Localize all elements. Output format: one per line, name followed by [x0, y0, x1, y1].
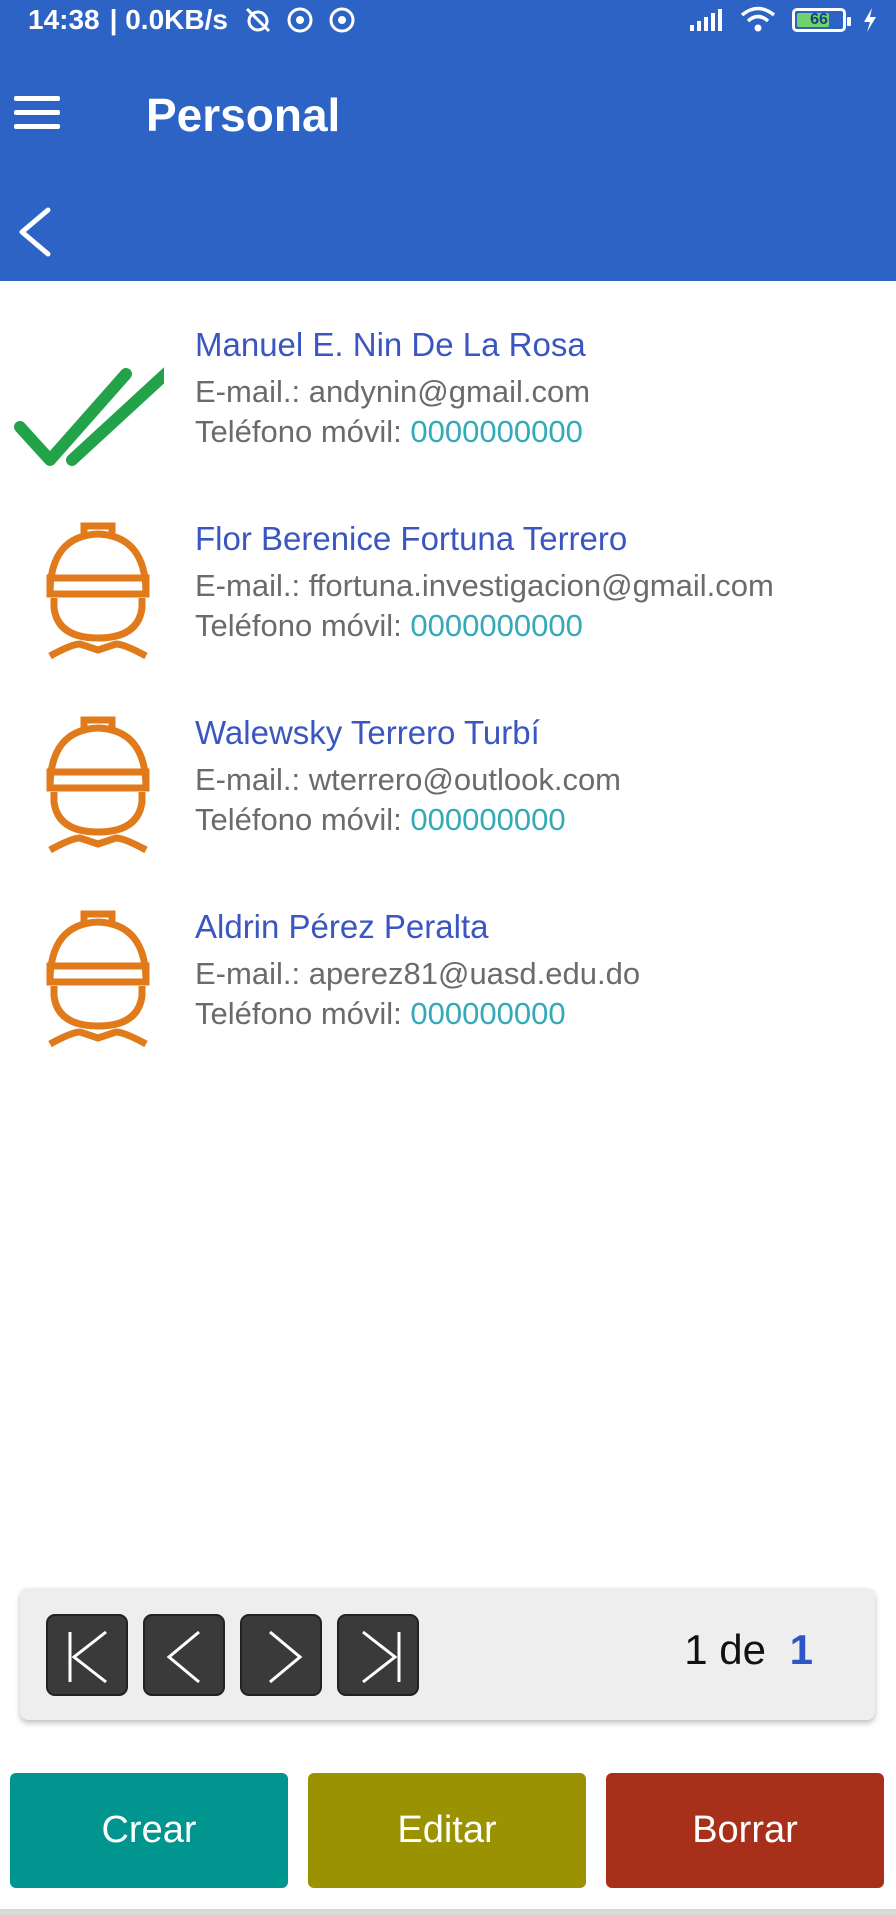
email-label: E-mail.:	[195, 762, 301, 797]
sub-toolbar	[0, 180, 896, 281]
create-button[interactable]: Crear	[10, 1773, 288, 1888]
page-title: Personal	[146, 89, 341, 141]
app-bar: Personal	[0, 40, 896, 180]
phone-value[interactable]: 0000000000	[410, 414, 582, 449]
sync-icon	[329, 7, 355, 33]
prev-page-button[interactable]	[143, 1614, 225, 1696]
email-label: E-mail.:	[195, 568, 301, 603]
alarm-off-icon	[245, 7, 271, 33]
bottom-divider	[0, 1909, 896, 1915]
contact-phone: Teléfono móvil: 0000000000	[195, 414, 583, 450]
charging-icon	[864, 8, 876, 32]
worker-helmet-icon	[46, 716, 150, 854]
chevron-left-icon	[166, 1630, 200, 1684]
contact-name: Walewsky Terrero Turbí	[195, 714, 540, 751]
double-check-icon	[14, 367, 164, 466]
first-page-button[interactable]	[46, 1614, 128, 1696]
page-separator: de	[719, 1626, 766, 1673]
battery-level: 66	[810, 11, 828, 28]
contact-email: E-mail.: ffortuna.investigacion@gmail.co…	[195, 568, 774, 604]
status-speed: | 0.0KB/s	[109, 4, 228, 35]
contact-phone: Teléfono móvil: 000000000	[195, 802, 566, 838]
delete-button[interactable]: Borrar	[606, 1773, 884, 1888]
menu-icon[interactable]	[14, 96, 62, 130]
wifi-icon	[740, 6, 776, 32]
worker-helmet-icon	[46, 522, 150, 660]
first-page-icon	[68, 1630, 107, 1684]
contact-name: Aldrin Pérez Peralta	[195, 908, 489, 945]
vpn-icon	[287, 7, 313, 33]
current-page: 1	[684, 1626, 708, 1673]
worker-helmet-icon	[46, 910, 150, 1048]
email-value: aperez81@uasd.edu.do	[308, 956, 641, 991]
list-item[interactable]: Flor Berenice Fortuna Terrero E-mail.: f…	[0, 494, 896, 664]
list-item[interactable]: Aldrin Pérez Peralta E-mail.: aperez81@u…	[0, 882, 896, 1052]
page-indicator: 1 de 1	[684, 1626, 813, 1674]
contact-email: E-mail.: andynin@gmail.com	[195, 374, 590, 410]
contact-name: Flor Berenice Fortuna Terrero	[195, 520, 628, 557]
email-value: wterrero@outlook.com	[308, 762, 622, 797]
last-page-button[interactable]	[337, 1614, 419, 1696]
contact-name: Manuel E. Nin De La Rosa	[195, 326, 586, 363]
contact-email: E-mail.: wterrero@outlook.com	[195, 762, 621, 798]
back-arrow-icon[interactable]	[8, 202, 68, 262]
contact-email: E-mail.: aperez81@uasd.edu.do	[195, 956, 640, 992]
status-bar: 14:38 | 0.0KB/s 66	[0, 0, 896, 40]
pagination-bar: 1 de 1	[20, 1588, 875, 1720]
contact-phone: Teléfono móvil: 0000000000	[195, 608, 583, 644]
chevron-right-icon	[269, 1630, 303, 1684]
status-time: 14:38	[28, 4, 100, 35]
total-pages: 1	[789, 1626, 813, 1673]
signal-icon	[690, 9, 722, 31]
list-item[interactable]: Walewsky Terrero Turbí E-mail.: wterrero…	[0, 688, 896, 858]
phone-label: Teléfono móvil:	[195, 414, 402, 449]
edit-button[interactable]: Editar	[308, 1773, 586, 1888]
last-page-icon	[362, 1630, 401, 1684]
phone-label: Teléfono móvil:	[195, 608, 402, 643]
status-left: 14:38 | 0.0KB/s	[28, 0, 356, 40]
list-item[interactable]: Manuel E. Nin De La Rosa E-mail.: andyni…	[0, 300, 896, 470]
email-label: E-mail.:	[195, 374, 301, 409]
contact-phone: Teléfono móvil: 000000000	[195, 996, 566, 1032]
next-page-button[interactable]	[240, 1614, 322, 1696]
status-right: 66	[688, 0, 878, 40]
email-value: ffortuna.investigacion@gmail.com	[308, 568, 774, 603]
phone-value[interactable]: 000000000	[410, 996, 565, 1031]
phone-value[interactable]: 0000000000	[410, 608, 582, 643]
phone-label: Teléfono móvil:	[195, 802, 402, 837]
email-value: andynin@gmail.com	[308, 374, 591, 409]
phone-value[interactable]: 000000000	[410, 802, 565, 837]
email-label: E-mail.:	[195, 956, 301, 991]
battery-icon: 66	[792, 8, 851, 32]
status-icons	[244, 6, 356, 34]
phone-label: Teléfono móvil:	[195, 996, 402, 1031]
